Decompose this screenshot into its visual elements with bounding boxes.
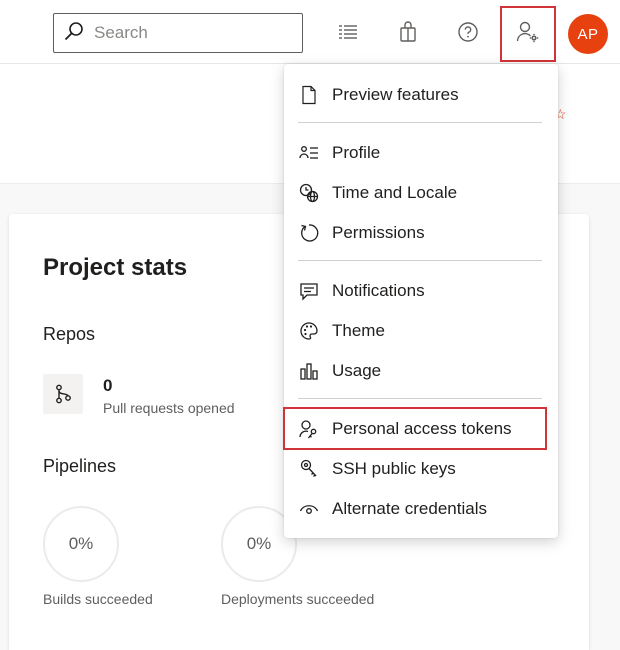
eye-icon bbox=[298, 498, 320, 520]
repos-title: Repos bbox=[43, 324, 96, 344]
menu-item-usage[interactable]: Usage bbox=[284, 351, 558, 391]
search-input[interactable] bbox=[94, 23, 294, 43]
menu-item-label: SSH public keys bbox=[332, 459, 456, 478]
menu-item-profile[interactable]: Profile bbox=[284, 133, 558, 173]
menu-item-label: Permissions bbox=[332, 223, 425, 242]
profile-card-icon bbox=[298, 142, 320, 164]
menu-item-permissions[interactable]: Permissions bbox=[284, 213, 558, 253]
key-icon bbox=[298, 458, 320, 480]
menu-item-label: Theme bbox=[332, 321, 385, 340]
menu-item-label: Preview features bbox=[332, 85, 459, 104]
pull-request-icon bbox=[43, 374, 83, 414]
menu-item-label: Notifications bbox=[332, 281, 425, 300]
search-box[interactable] bbox=[53, 13, 303, 53]
highlight-box bbox=[283, 407, 547, 450]
builds-value: 0% bbox=[68, 534, 94, 553]
builds-ring: 0% bbox=[43, 506, 119, 582]
user-settings-button[interactable] bbox=[500, 6, 556, 62]
chat-bubble-icon bbox=[298, 280, 320, 302]
avatar[interactable]: AP bbox=[568, 14, 608, 54]
menu-item-label: Alternate credentials bbox=[332, 499, 487, 518]
marketplace-bag-icon[interactable] bbox=[396, 20, 420, 44]
card-title: Project stats bbox=[43, 254, 188, 281]
pipelines-title: Pipelines bbox=[43, 456, 117, 476]
menu-divider bbox=[298, 122, 542, 123]
pull-requests-count[interactable]: 0 bbox=[103, 376, 112, 396]
deployments-value: 0% bbox=[246, 534, 272, 553]
search-icon bbox=[64, 21, 84, 46]
menu-item-ssh-public-keys[interactable]: SSH public keys bbox=[284, 449, 558, 489]
help-icon[interactable] bbox=[456, 20, 480, 44]
pull-requests-label: Pull requests opened bbox=[103, 400, 235, 416]
menu-item-label: Usage bbox=[332, 361, 382, 380]
menu-item-theme[interactable]: Theme bbox=[284, 311, 558, 351]
menu-item-preview-features[interactable]: Preview features bbox=[284, 75, 558, 115]
document-icon bbox=[298, 84, 320, 106]
palette-icon bbox=[298, 320, 320, 342]
user-settings-menu: Preview features Profile Time and Locale… bbox=[284, 64, 558, 538]
menu-item-alternate-credentials[interactable]: Alternate credentials bbox=[284, 489, 558, 529]
user-settings-icon bbox=[516, 20, 540, 49]
bar-chart-icon bbox=[298, 360, 320, 382]
clock-globe-icon bbox=[298, 182, 320, 204]
menu-item-notifications[interactable]: Notifications bbox=[284, 271, 558, 311]
menu-item-label: Time and Locale bbox=[332, 183, 458, 202]
menu-item-time-and-locale[interactable]: Time and Locale bbox=[284, 173, 558, 213]
top-bar: AP bbox=[0, 0, 620, 64]
menu-divider bbox=[298, 398, 542, 399]
task-list-icon[interactable] bbox=[336, 20, 360, 44]
deployments-label: Deployments succeeded bbox=[221, 591, 375, 607]
menu-divider bbox=[298, 260, 542, 261]
refresh-circle-icon bbox=[298, 222, 320, 244]
menu-item-label: Profile bbox=[332, 143, 381, 162]
builds-label: Builds succeeded bbox=[43, 591, 153, 607]
